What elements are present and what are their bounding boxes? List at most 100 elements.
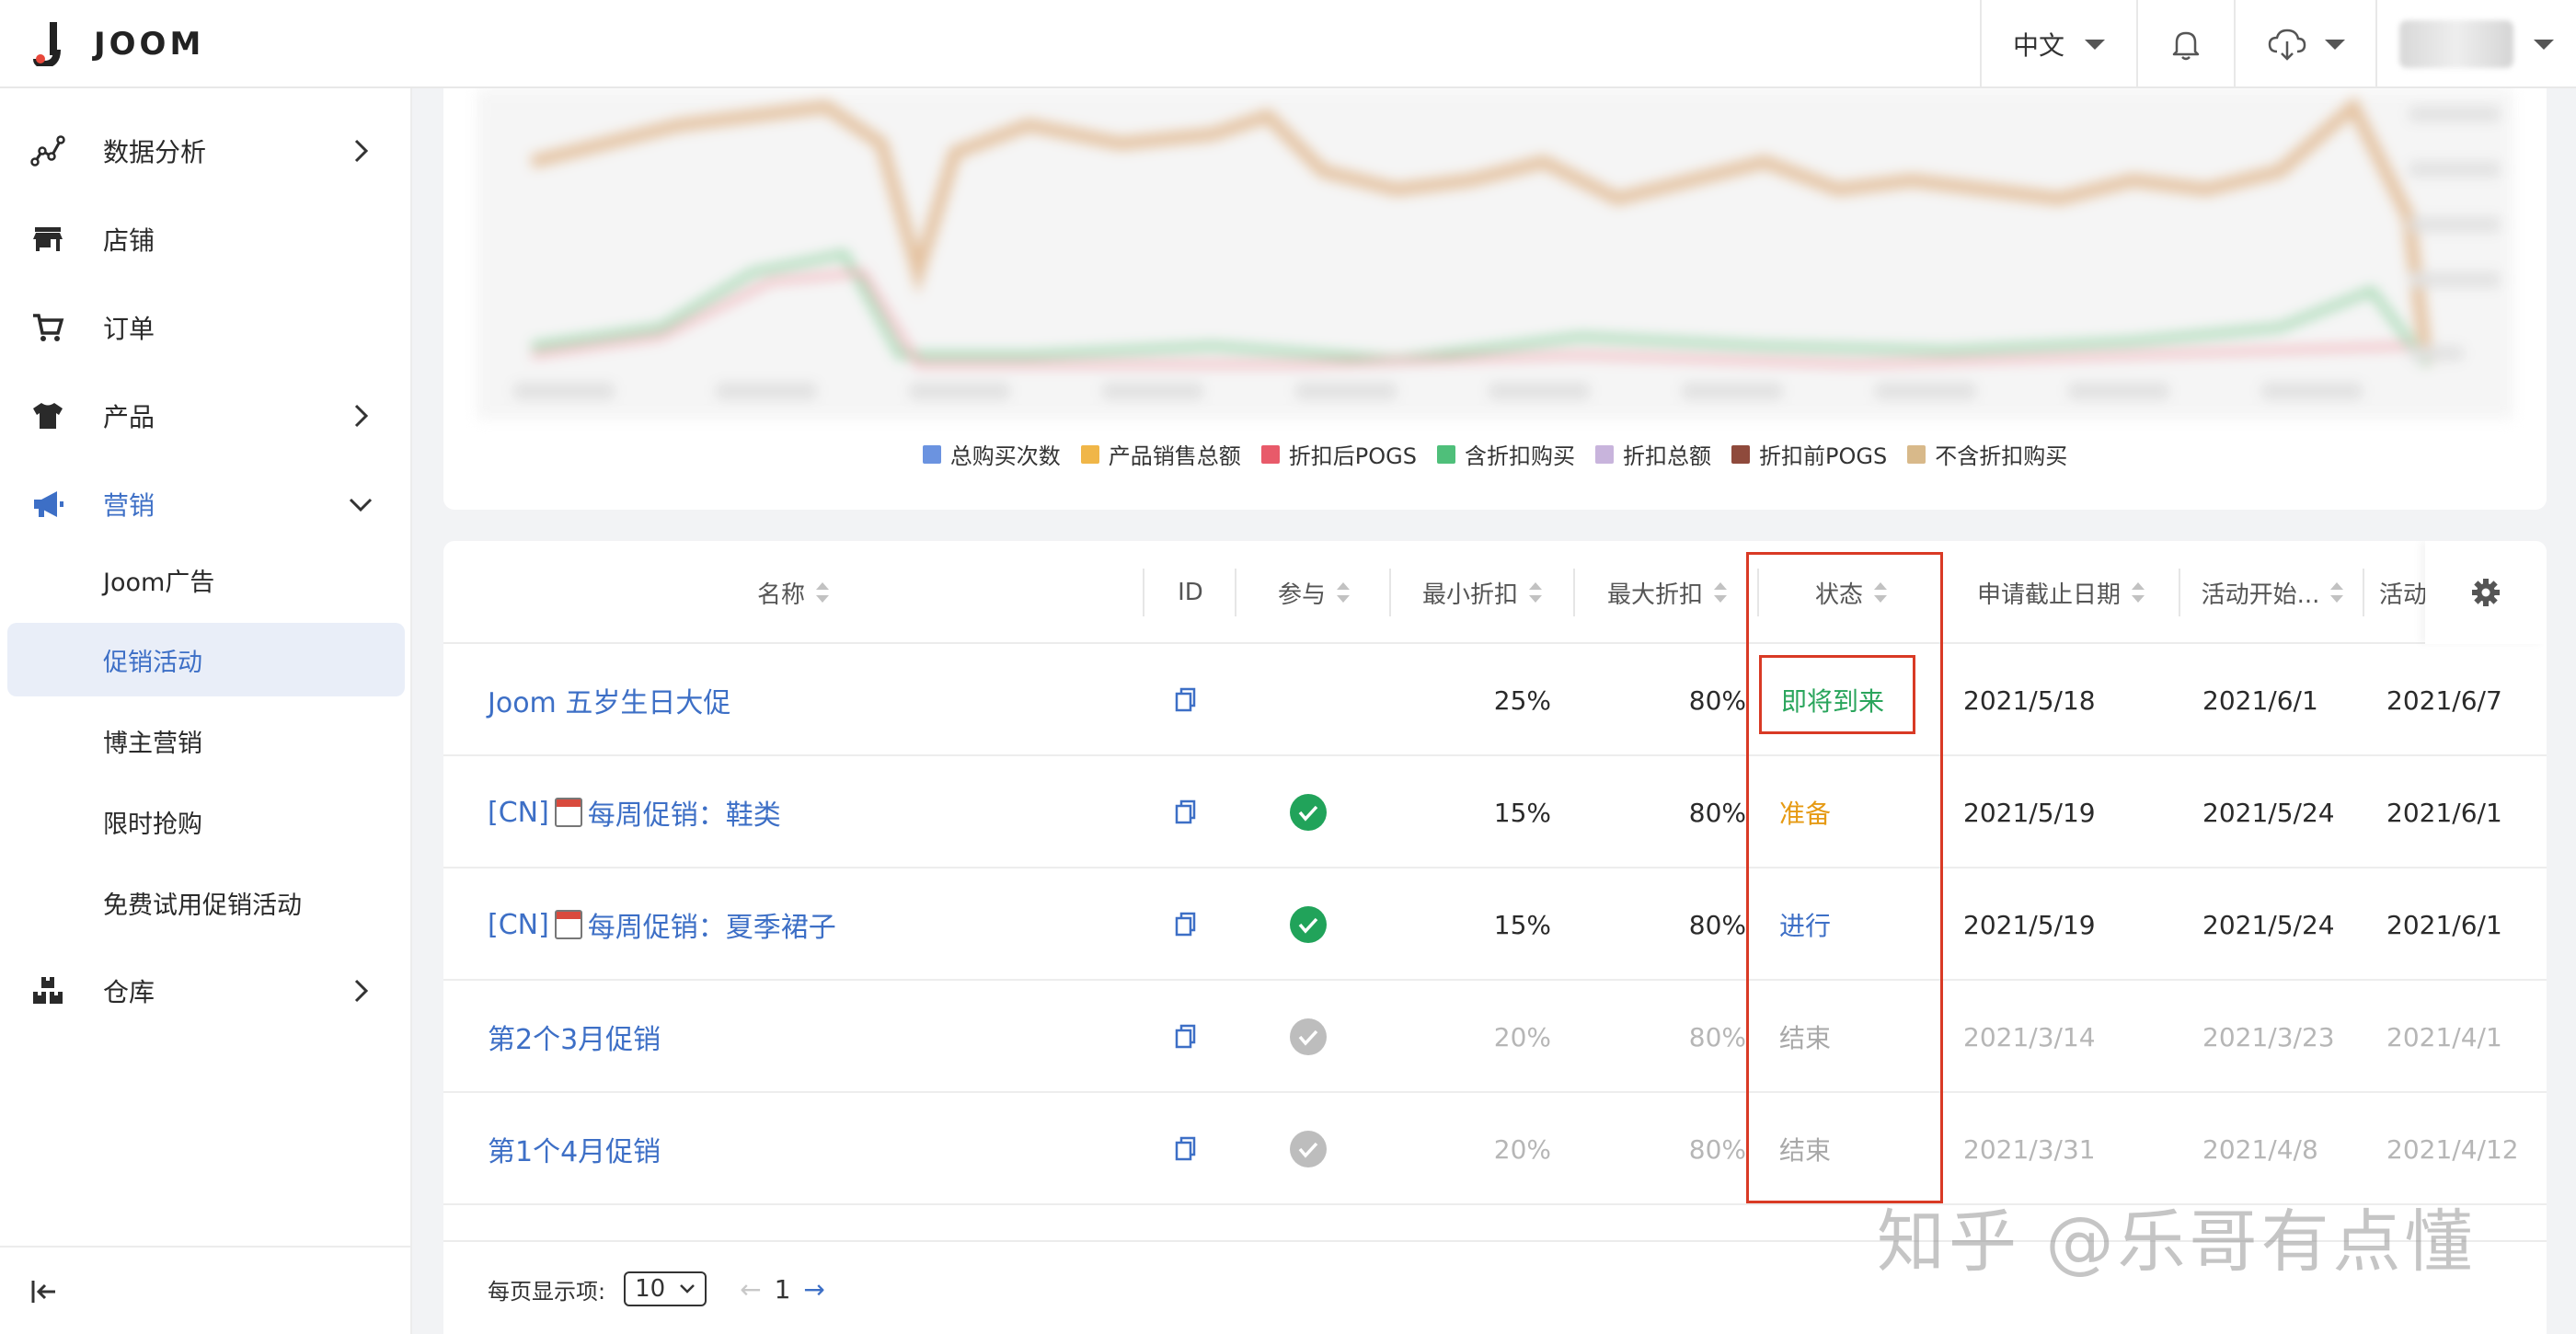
column-header-label: 申请截止日期: [1976, 581, 2121, 609]
column-header-max-discount[interactable]: 最大折扣: [1575, 541, 1759, 644]
sidebar-item-products[interactable]: 产品: [0, 372, 412, 460]
promotion-name-link[interactable]: [CN] 每周促销：鞋类: [488, 756, 781, 868]
sidebar-subitem-label: Joom广告: [103, 568, 215, 597]
caret-down-icon: [2085, 39, 2105, 50]
sidebar-item-store[interactable]: 店铺: [0, 195, 412, 283]
watermark-text: 知乎 @乐哥有点懂: [1877, 1202, 2477, 1282]
language-selector[interactable]: 中文: [1980, 0, 2136, 88]
start-date: 2021/3/23: [2202, 1021, 2335, 1052]
table-row[interactable]: Joom 五岁生日大促 25% 80% 即将到来 2021/5/18 2021/…: [443, 644, 2547, 756]
legend-item[interactable]: 含折扣购买: [1437, 438, 1575, 470]
status-badge: 准备: [1779, 799, 1832, 829]
analytics-icon: [30, 135, 65, 167]
tshirt-icon: [33, 403, 63, 429]
max-discount-value: 80%: [1688, 684, 1746, 716]
column-header-start[interactable]: 活动开始...: [2180, 541, 2364, 644]
sidebar-subitem-label: 促销活动: [103, 648, 202, 677]
max-discount-value: 80%: [1688, 797, 1746, 828]
sidebar-subitem-joom-ads[interactable]: Joom广告: [7, 543, 405, 616]
column-header-status[interactable]: 状态: [1759, 541, 1943, 644]
legend-item[interactable]: 折扣总额: [1595, 438, 1711, 470]
copy-icon: [1175, 912, 1196, 937]
sidebar-collapse-button[interactable]: [0, 1246, 412, 1334]
sidebar-item-warehouse[interactable]: 仓库: [0, 947, 412, 1035]
copy-id-button[interactable]: [1174, 756, 1198, 868]
check-circle-icon: [1290, 794, 1327, 831]
chevron-right-icon: [354, 139, 369, 163]
sidebar-subitem-label: 博主营销: [103, 729, 202, 758]
sidebar-subitem-free-trial[interactable]: 免费试用促销活动: [7, 866, 405, 939]
cloud-download-icon: [2268, 29, 2306, 61]
sales-chart-card: 总购买次数 产品销售总额 折扣后POGS 含折扣购买 折扣总额 折扣前POGS …: [443, 88, 2547, 510]
legend-item[interactable]: 产品销售总额: [1080, 438, 1241, 470]
promotion-name-link[interactable]: 第1个4月促销: [488, 1093, 661, 1205]
per-page-select[interactable]: 10: [624, 1271, 707, 1306]
column-header-end[interactable]: 活动: [2379, 541, 2425, 644]
legend-label: 不含折扣购买: [1935, 443, 2068, 469]
table-settings-button[interactable]: [2425, 541, 2547, 644]
sidebar-subitem-label: 免费试用促销活动: [103, 891, 302, 920]
start-date: 2021/6/1: [2202, 684, 2318, 716]
download-menu-button[interactable]: [2234, 0, 2375, 88]
top-header: JOOM 中文: [0, 0, 2576, 88]
promotion-name: Joom 五岁生日大促: [488, 687, 731, 719]
pagination-bar: 每页显示项: 10 ← 1 →: [488, 1242, 825, 1334]
sidebar-item-label: 数据分析: [103, 137, 207, 167]
max-discount-value: 80%: [1688, 909, 1746, 940]
sidebar-item-orders[interactable]: 订单: [0, 283, 412, 372]
sidebar-item-label: 店铺: [103, 225, 155, 256]
copy-id-button[interactable]: [1174, 644, 1198, 756]
table-row[interactable]: 第2个3月促销 20% 80% 结束 2021/3/14 2021/3/23 2…: [443, 981, 2547, 1093]
warehouse-boxes-icon: [33, 977, 63, 1004]
legend-item[interactable]: 不含折扣购买: [1907, 438, 2067, 470]
current-page-number[interactable]: 1: [775, 1274, 791, 1305]
gear-icon: [2472, 579, 2500, 606]
table-row[interactable]: [CN] 每周促销：夏季裙子 15% 80% 进行 2021/5/19 2021…: [443, 868, 2547, 981]
sidebar-subitem-promotions[interactable]: 促销活动: [7, 623, 405, 696]
participation-indicator[interactable]: [1290, 868, 1327, 981]
sidebar-subitem-flash-sale[interactable]: 限时抢购: [7, 785, 405, 858]
copy-icon: [1175, 1136, 1196, 1161]
max-discount-value: 80%: [1688, 1133, 1746, 1165]
column-header-deadline[interactable]: 申请截止日期: [1943, 541, 2179, 644]
status-badge: 即将到来: [1781, 686, 1885, 717]
promotion-name-link[interactable]: 第2个3月促销: [488, 981, 661, 1093]
end-date: 2021/4/1: [2386, 1021, 2502, 1052]
legend-swatch: [1080, 444, 1099, 464]
sidebar-item-label: 产品: [103, 402, 155, 432]
legend-item[interactable]: 折扣前POGS: [1731, 438, 1887, 470]
legend-swatch: [1907, 444, 1926, 464]
legend-item[interactable]: 总购买次数: [922, 438, 1061, 470]
column-header-min-discount[interactable]: 最小折扣: [1391, 541, 1573, 644]
participation-indicator[interactable]: [1290, 756, 1327, 868]
sidebar-item-marketing[interactable]: 营销: [0, 460, 412, 548]
user-menu[interactable]: [2375, 0, 2576, 88]
sidebar-subitem-blogger-marketing[interactable]: 博主营销: [7, 704, 405, 777]
status-badge: 结束: [1779, 1135, 1832, 1166]
legend-item[interactable]: 折扣后POGS: [1260, 438, 1417, 470]
column-header-label: ID: [1178, 579, 1203, 606]
legend-swatch: [1595, 444, 1614, 464]
column-header-id[interactable]: ID: [1144, 541, 1236, 644]
prev-page-arrow-icon[interactable]: ←: [740, 1274, 761, 1305]
copy-id-button[interactable]: [1174, 1093, 1198, 1205]
notifications-button[interactable]: [2136, 0, 2234, 88]
deadline-date: 2021/5/19: [1963, 797, 2096, 828]
promotion-name-link[interactable]: Joom 五岁生日大促: [488, 644, 730, 756]
joom-logo-mark: [33, 22, 61, 66]
column-header-name[interactable]: 名称: [443, 541, 1143, 644]
min-discount-value: 15%: [1493, 909, 1551, 940]
copy-id-button[interactable]: [1174, 868, 1198, 981]
sidebar-item-analytics[interactable]: 数据分析: [0, 107, 412, 195]
caret-down-icon: [2325, 39, 2345, 50]
column-header-participate[interactable]: 参与: [1236, 541, 1391, 644]
copy-id-button[interactable]: [1174, 981, 1198, 1093]
column-divider: [2363, 569, 2364, 616]
joom-logo[interactable]: JOOM: [33, 22, 204, 66]
table-row[interactable]: [CN] 每周促销：鞋类 15% 80% 准备 2021/5/19 2021/5…: [443, 756, 2547, 868]
promotion-name-link[interactable]: [CN] 每周促销：夏季裙子: [488, 868, 836, 981]
chevron-right-icon: [354, 404, 369, 428]
status-badge: 进行: [1779, 911, 1832, 941]
column-header-label: 名称: [756, 581, 805, 609]
next-page-arrow-icon[interactable]: →: [803, 1274, 824, 1305]
